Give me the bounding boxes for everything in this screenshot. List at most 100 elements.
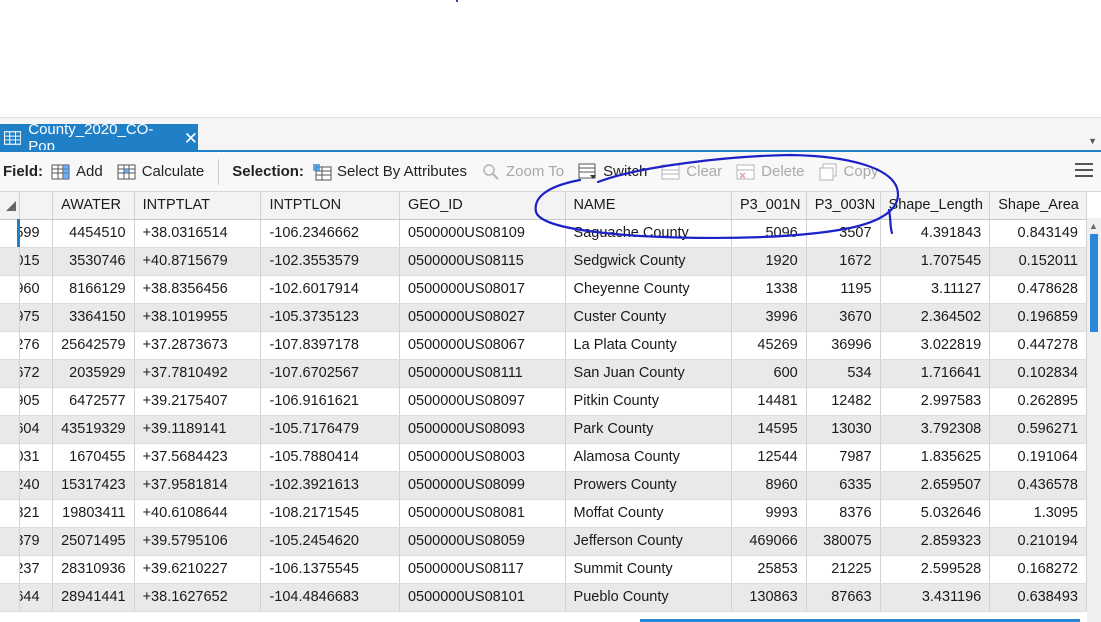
p3-001n-cell[interactable]: 5096 — [731, 219, 807, 248]
zoom-to-button[interactable]: Zoom To — [481, 163, 564, 181]
vertical-scrollbar[interactable]: ▲ — [1087, 218, 1101, 622]
intptlat-cell[interactable]: +37.9581814 — [134, 471, 262, 500]
table-row[interactable]: 0153530746+40.8715679-102.35535790500000… — [0, 247, 1087, 276]
p3-003n-cell[interactable]: 36996 — [806, 331, 881, 360]
geo-id-cell[interactable]: 0500000US08117 — [399, 555, 566, 584]
shape-area-cell[interactable]: 0.447278 — [989, 331, 1087, 360]
row-selector[interactable] — [0, 499, 21, 528]
p3-001n-cell[interactable]: 14595 — [731, 415, 807, 444]
intptlon-cell[interactable]: -105.7880414 — [260, 443, 400, 472]
table-row[interactable]: 6722035929+37.7810492-107.67025670500000… — [0, 359, 1087, 388]
p3-003n-cell[interactable]: 3670 — [806, 303, 881, 332]
column-header-shape-length[interactable]: Shape_Length — [880, 192, 991, 220]
geo-id-cell[interactable]: 0500000US08059 — [399, 527, 566, 556]
geo-id-cell[interactable]: 0500000US08097 — [399, 387, 566, 416]
p3-003n-cell[interactable]: 3507 — [806, 219, 881, 248]
shape-length-cell[interactable]: 2.364502 — [880, 303, 991, 332]
truncated-cell[interactable]: 240 — [19, 471, 54, 500]
p3-001n-cell[interactable]: 14481 — [731, 387, 807, 416]
p3-003n-cell[interactable]: 12482 — [806, 387, 881, 416]
column-header-intptlat[interactable]: INTPTLAT — [134, 192, 262, 220]
table-row[interactable]: 9608166129+38.8356456-102.60179140500000… — [0, 275, 1087, 304]
shape-area-cell[interactable]: 0.210194 — [989, 527, 1087, 556]
add-field-button[interactable]: Add — [51, 163, 103, 181]
name-cell[interactable]: Park County — [565, 415, 733, 444]
table-row[interactable]: 64428941441+38.1627652-104.4846683050000… — [0, 583, 1087, 612]
intptlat-cell[interactable]: +37.2873673 — [134, 331, 262, 360]
geo-id-cell[interactable]: 0500000US08003 — [399, 443, 566, 472]
name-cell[interactable]: Pitkin County — [565, 387, 733, 416]
column-header-intptlon[interactable]: INTPTLON — [260, 192, 400, 220]
truncated-cell[interactable]: 644 — [19, 583, 54, 612]
column-header-truncated[interactable] — [19, 192, 54, 220]
table-row[interactable]: 5994454510+38.0316514-106.23466620500000… — [0, 219, 1087, 248]
truncated-cell[interactable]: 960 — [19, 275, 54, 304]
chevron-down-icon[interactable]: ▼ — [1088, 136, 1097, 146]
intptlat-cell[interactable]: +38.1019955 — [134, 303, 262, 332]
column-header-p3-003n[interactable]: P3_003N — [806, 192, 881, 220]
geo-id-cell[interactable]: 0500000US08067 — [399, 331, 566, 360]
table-row[interactable]: 23728310936+39.6210227-106.1375545050000… — [0, 555, 1087, 584]
row-selector[interactable] — [0, 527, 21, 556]
name-cell[interactable]: Alamosa County — [565, 443, 733, 472]
intptlon-cell[interactable]: -105.2454620 — [260, 527, 400, 556]
shape-area-cell[interactable]: 0.262895 — [989, 387, 1087, 416]
intptlat-cell[interactable]: +40.6108644 — [134, 499, 262, 528]
table-row[interactable]: 60443519329+39.1189141-105.7176479050000… — [0, 415, 1087, 444]
intptlon-cell[interactable]: -102.6017914 — [260, 275, 400, 304]
intptlon-cell[interactable]: -105.3735123 — [260, 303, 400, 332]
awater-cell[interactable]: 3364150 — [52, 303, 135, 332]
geo-id-cell[interactable]: 0500000US08017 — [399, 275, 566, 304]
truncated-cell[interactable]: 015 — [19, 247, 54, 276]
row-selector[interactable] — [0, 471, 21, 500]
shape-length-cell[interactable]: 1.835625 — [880, 443, 991, 472]
intptlat-cell[interactable]: +39.1189141 — [134, 415, 262, 444]
intptlon-cell[interactable]: -106.2346662 — [260, 219, 400, 248]
p3-001n-cell[interactable]: 8960 — [731, 471, 807, 500]
shape-length-cell[interactable]: 2.659507 — [880, 471, 991, 500]
name-cell[interactable]: Summit County — [565, 555, 733, 584]
shape-area-cell[interactable]: 0.152011 — [989, 247, 1087, 276]
row-selector[interactable] — [0, 331, 21, 360]
shape-area-cell[interactable]: 0.843149 — [989, 219, 1087, 248]
scroll-up-icon[interactable]: ▲ — [1089, 221, 1098, 231]
shape-area-cell[interactable]: 0.436578 — [989, 471, 1087, 500]
truncated-cell[interactable]: 604 — [19, 415, 54, 444]
p3-003n-cell[interactable]: 87663 — [806, 583, 881, 612]
p3-003n-cell[interactable]: 1195 — [806, 275, 881, 304]
p3-003n-cell[interactable]: 8376 — [806, 499, 881, 528]
name-cell[interactable]: Pueblo County — [565, 583, 733, 612]
shape-length-cell[interactable]: 3.022819 — [880, 331, 991, 360]
table-row[interactable]: 27625642579+37.2873673-107.8397178050000… — [0, 331, 1087, 360]
row-selector[interactable] — [0, 583, 21, 612]
geo-id-cell[interactable]: 0500000US08093 — [399, 415, 566, 444]
column-header-shape-area[interactable]: Shape_Area — [989, 192, 1087, 220]
awater-cell[interactable]: 2035929 — [52, 359, 135, 388]
intptlat-cell[interactable]: +39.5795106 — [134, 527, 262, 556]
p3-001n-cell[interactable]: 469066 — [731, 527, 807, 556]
p3-003n-cell[interactable]: 7987 — [806, 443, 881, 472]
shape-length-cell[interactable]: 1.716641 — [880, 359, 991, 388]
p3-001n-cell[interactable]: 45269 — [731, 331, 807, 360]
awater-cell[interactable]: 28941441 — [52, 583, 135, 612]
shape-area-cell[interactable]: 0.102834 — [989, 359, 1087, 388]
switch-selection-button[interactable]: Switch — [578, 163, 647, 181]
awater-cell[interactable]: 25071495 — [52, 527, 135, 556]
awater-cell[interactable]: 43519329 — [52, 415, 135, 444]
geo-id-cell[interactable]: 0500000US08115 — [399, 247, 566, 276]
row-selector[interactable] — [0, 247, 21, 276]
column-header-name[interactable]: NAME — [565, 192, 733, 220]
geo-id-cell[interactable]: 0500000US08111 — [399, 359, 566, 388]
intptlat-cell[interactable]: +37.7810492 — [134, 359, 262, 388]
truncated-cell[interactable]: 975 — [19, 303, 54, 332]
close-icon[interactable]: ✕ — [184, 130, 198, 147]
p3-003n-cell[interactable]: 1672 — [806, 247, 881, 276]
delete-button[interactable]: Delete — [736, 163, 805, 181]
p3-003n-cell[interactable]: 6335 — [806, 471, 881, 500]
shape-length-cell[interactable]: 3.431196 — [880, 583, 991, 612]
table-row[interactable]: 24015317423+37.9581814-102.3921613050000… — [0, 471, 1087, 500]
intptlat-cell[interactable]: +40.8715679 — [134, 247, 262, 276]
awater-cell[interactable]: 19803411 — [52, 499, 135, 528]
shape-length-cell[interactable]: 4.391843 — [880, 219, 991, 248]
awater-cell[interactable]: 15317423 — [52, 471, 135, 500]
